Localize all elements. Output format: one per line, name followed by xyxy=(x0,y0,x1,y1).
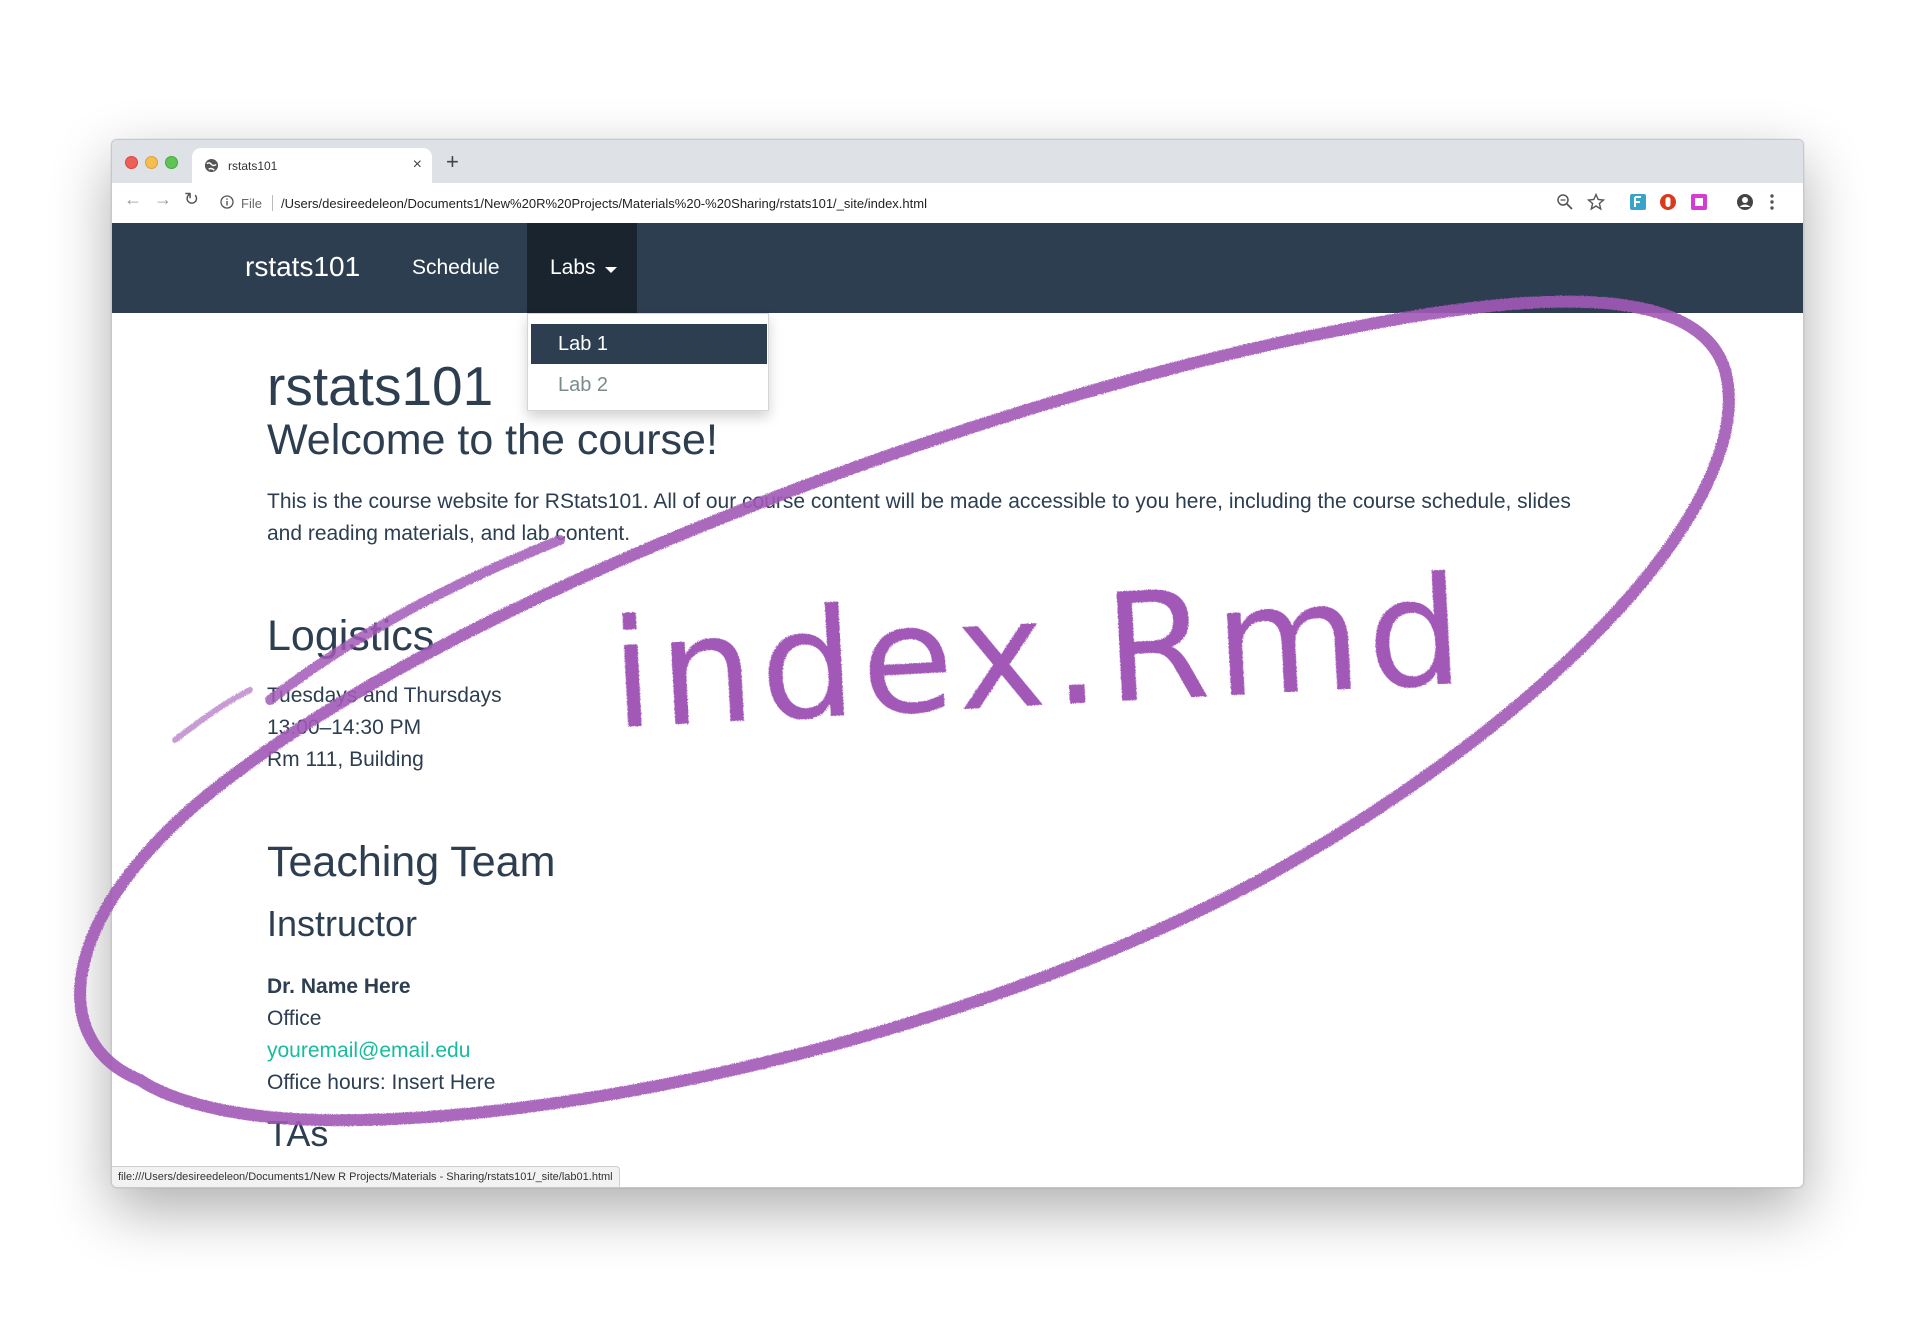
dropdown-item-lab-2[interactable]: Lab 2 xyxy=(531,365,767,405)
welcome-heading: Welcome to the course! xyxy=(267,416,718,464)
dropdown-item-label: Lab 2 xyxy=(558,374,609,396)
browser-toolbar: ← → ↻ File /Users/desireedeleon/Document… xyxy=(112,183,1803,224)
minimize-window-button[interactable] xyxy=(145,156,158,169)
close-tab-icon[interactable]: × xyxy=(413,156,422,174)
nav-labs-dropdown-toggle[interactable]: Labs xyxy=(527,223,637,313)
logistics-heading: Logistics xyxy=(267,612,435,660)
reload-icon[interactable]: ↻ xyxy=(184,189,199,210)
intro-paragraph-line-2: and reading materials, and lab content. xyxy=(267,522,631,545)
instructor-office-hours: Office hours: Insert Here xyxy=(267,1071,496,1094)
instructor-office: Office xyxy=(267,1007,322,1030)
logistics-room: Rm 111, Building xyxy=(267,748,424,771)
logistics-time: 13:00–14:30 PM xyxy=(267,716,422,739)
profile-icon[interactable] xyxy=(1736,193,1754,211)
tab-title: rstats101 xyxy=(228,159,278,173)
maximize-window-button[interactable] xyxy=(165,156,178,169)
logistics-days: Tuesdays and Thursdays xyxy=(267,684,502,707)
status-bar-url: file:///Users/desireedeleon/Documents1/N… xyxy=(112,1166,620,1187)
instructor-name: Dr. Name Here xyxy=(267,975,411,998)
tab-strip: rstats101 × + xyxy=(112,140,1803,184)
instructor-heading: Instructor xyxy=(267,903,418,944)
star-icon[interactable] xyxy=(1587,193,1605,211)
labs-dropdown-menu: Lab 1 Lab 2 xyxy=(527,313,769,411)
extension-icon[interactable] xyxy=(1690,193,1708,211)
info-icon[interactable] xyxy=(220,195,234,209)
instructor-email-link[interactable]: youremail@email.edu xyxy=(267,1035,470,1067)
caret-down-icon xyxy=(605,267,617,273)
globe-icon xyxy=(204,158,219,173)
zoom-icon[interactable] xyxy=(1556,193,1574,211)
close-window-button[interactable] xyxy=(125,156,138,169)
new-tab-button[interactable]: + xyxy=(446,149,459,175)
browser-window: rstats101 × + ← → ↻ File /Users/desireed… xyxy=(111,139,1804,1188)
extension-icon[interactable] xyxy=(1629,193,1647,211)
back-icon[interactable]: ← xyxy=(124,189,142,210)
url-text[interactable]: /Users/desireedeleon/Documents1/New%20R%… xyxy=(281,196,927,211)
address-separator xyxy=(272,195,273,211)
tas-heading: TAs xyxy=(267,1113,329,1154)
file-scheme-label: File xyxy=(241,196,262,211)
tab-rstats101[interactable]: rstats101 × xyxy=(192,148,432,184)
menu-icon[interactable] xyxy=(1769,193,1775,211)
teaching-team-heading: Teaching Team xyxy=(267,838,556,886)
page-title: rstats101 xyxy=(267,355,494,417)
nav-schedule-link[interactable]: Schedule xyxy=(412,256,500,280)
dropdown-item-label: Lab 1 xyxy=(558,333,609,355)
dropdown-item-lab-1[interactable]: Lab 1 xyxy=(531,324,767,364)
forward-icon[interactable]: → xyxy=(154,189,172,210)
nav-labs-label: Labs xyxy=(550,256,596,279)
intro-paragraph-line-1: This is the course website for RStats101… xyxy=(267,490,1571,513)
extension-icon[interactable] xyxy=(1659,193,1677,211)
address-bar[interactable]: File /Users/desireedeleon/Documents1/New… xyxy=(220,189,1680,217)
site-brand-link[interactable]: rstats101 xyxy=(245,251,360,283)
site-navbar: rstats101 Schedule Labs xyxy=(112,223,1803,313)
